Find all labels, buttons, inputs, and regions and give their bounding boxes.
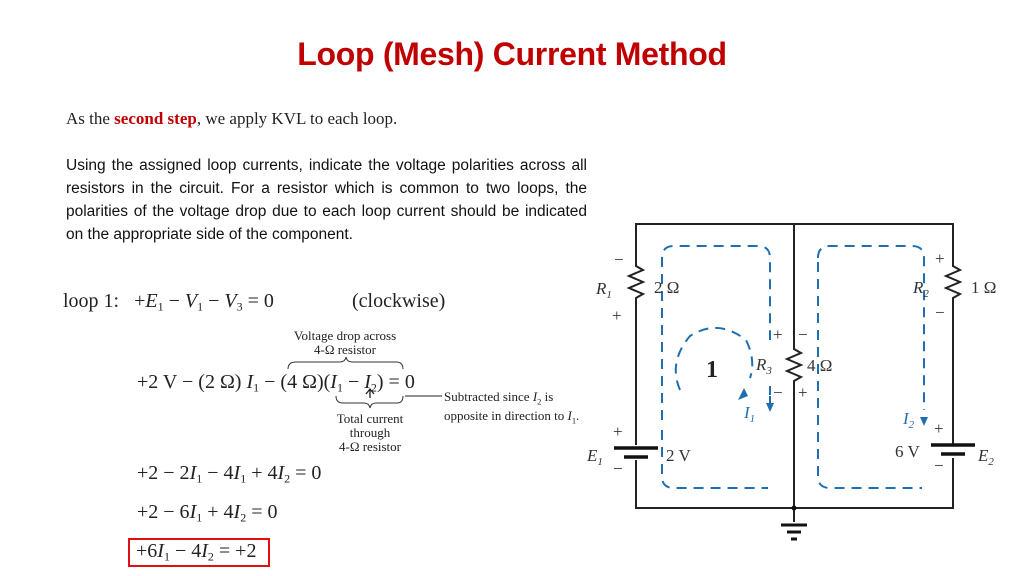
current-arrows bbox=[738, 388, 928, 426]
e1-name: E1 bbox=[586, 446, 603, 468]
r3-value: 4 Ω bbox=[807, 356, 832, 375]
r3-left-top-sign: + bbox=[773, 325, 783, 344]
resistor-r1 bbox=[626, 262, 646, 302]
r3-name: R3 bbox=[755, 355, 772, 377]
loop-number: 1 bbox=[706, 357, 718, 383]
e1-value: 2 V bbox=[666, 446, 691, 465]
r2-top-sign: + bbox=[935, 249, 945, 268]
r1-bottom-sign: + bbox=[612, 306, 622, 325]
e2-bottom-sign: − bbox=[934, 456, 944, 475]
r3-right-bottom-sign: + bbox=[798, 383, 808, 402]
loop1-path-top bbox=[661, 245, 771, 420]
r2-name: R2 bbox=[912, 278, 929, 300]
i2-arrowhead-icon bbox=[920, 417, 928, 426]
e2-name-text: E bbox=[977, 446, 989, 465]
i1-sub: 1 bbox=[750, 413, 756, 425]
r2-bottom-sign: − bbox=[935, 303, 945, 322]
r1-value: 2 Ω bbox=[654, 278, 679, 297]
r1-name-sub: 1 bbox=[606, 289, 612, 301]
r3-name-text: R bbox=[755, 355, 767, 374]
i1-label: I1 bbox=[743, 403, 755, 425]
loop1-arrowhead-icon bbox=[738, 388, 748, 400]
ground-icon bbox=[781, 523, 807, 541]
r1-name: R1 bbox=[595, 279, 612, 301]
r1-name-text: R bbox=[595, 279, 607, 298]
loop2-path-top bbox=[817, 245, 925, 410]
r3-right-top-sign: − bbox=[798, 325, 808, 344]
e1-name-text: E bbox=[586, 446, 598, 465]
i2-sub: 2 bbox=[909, 419, 915, 431]
i2-label: I2 bbox=[902, 409, 915, 431]
r2-name-sub: 2 bbox=[923, 288, 929, 300]
resistor-r3 bbox=[784, 345, 804, 383]
r2-name-text: R bbox=[912, 278, 924, 297]
e1-top-sign: + bbox=[613, 422, 623, 441]
e2-name: E2 bbox=[977, 446, 994, 468]
r1-top-sign: − bbox=[614, 250, 624, 269]
e1-name-sub: 1 bbox=[597, 456, 603, 468]
r3-name-sub: 3 bbox=[765, 365, 772, 377]
resistor-r2 bbox=[943, 262, 963, 302]
circuit-diagram: − + R1 2 Ω + − R2 1 Ω + − − + R3 4 Ω + −… bbox=[586, 223, 996, 541]
i1-arrowhead-icon bbox=[766, 403, 774, 412]
e1-bottom-sign: − bbox=[613, 459, 623, 478]
e2-name-sub: 2 bbox=[988, 456, 994, 468]
e2-value: 6 V bbox=[895, 442, 920, 461]
r2-value: 1 Ω bbox=[971, 278, 996, 297]
e2-top-sign: + bbox=[934, 419, 944, 438]
junction-node bbox=[791, 505, 797, 511]
r3-left-bottom-sign: − bbox=[773, 383, 783, 402]
